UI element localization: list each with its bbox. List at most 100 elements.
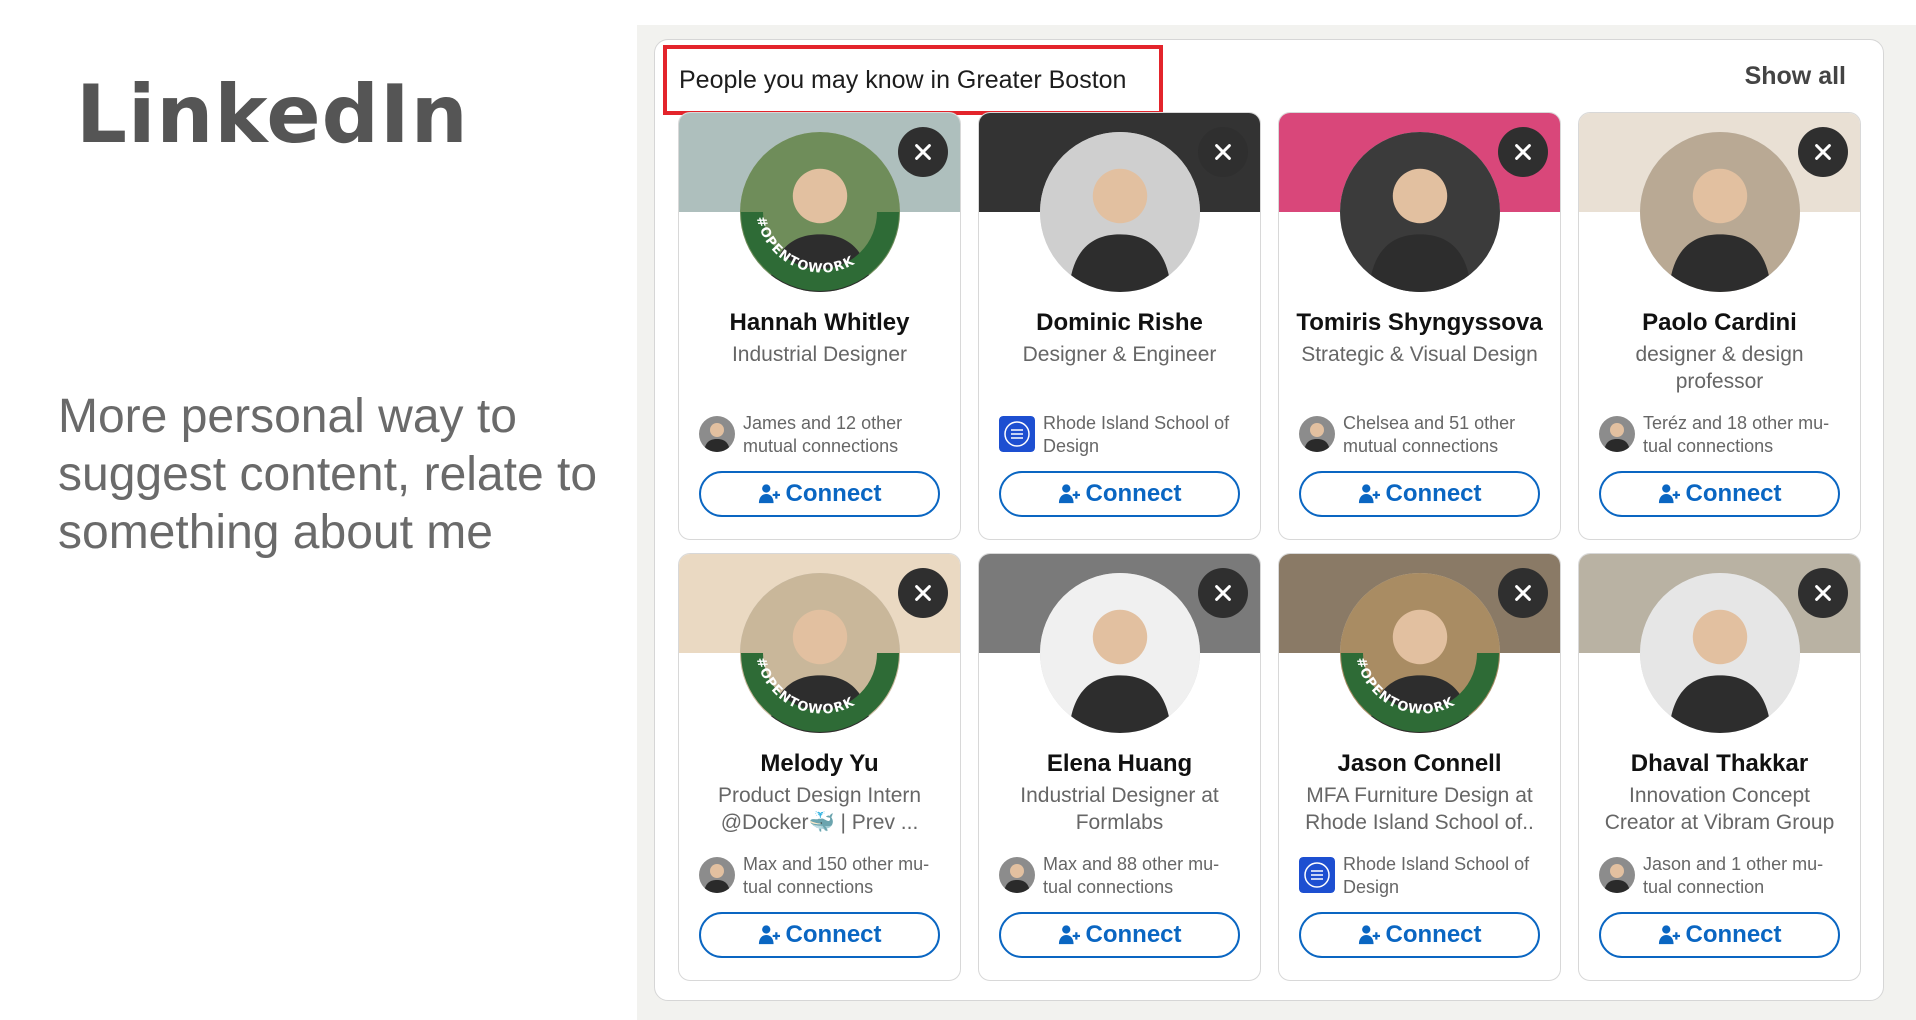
dismiss-button[interactable] [1498, 568, 1548, 618]
add-person-icon [1358, 925, 1380, 945]
dismiss-button[interactable] [1798, 127, 1848, 177]
people-grid: #OPENTOWORK Hannah Whitley Industrial De… [678, 112, 1861, 981]
school-logo-icon [1299, 857, 1335, 893]
dismiss-button[interactable] [898, 568, 948, 618]
person-name[interactable]: Jason Connell [1287, 750, 1552, 778]
dismiss-button[interactable] [1198, 568, 1248, 618]
person-card: Elena Huang Industrial Designer at Forml… [978, 553, 1261, 981]
mutual-connections: Rhode Island School of Design [1299, 853, 1546, 899]
mutual-connections-text: Max and 88 other mu-tual connections [1043, 854, 1220, 897]
avatar[interactable] [1640, 132, 1800, 292]
connect-label: Connect [1085, 921, 1182, 948]
add-person-icon [758, 484, 780, 504]
dismiss-button[interactable] [898, 127, 948, 177]
connect-button[interactable]: Connect [1299, 471, 1540, 517]
mutual-connections: James and 12 other mutual connections [699, 412, 946, 458]
person-card: Dominic Rishe Designer & Engineer Rhode … [978, 112, 1261, 540]
mutual-connection-avatar-icon [1599, 857, 1635, 893]
person-card: Tomiris Shyngyssova Strategic & Visual D… [1278, 112, 1561, 540]
avatar-icon [1340, 573, 1500, 733]
connect-label: Connect [1385, 921, 1482, 948]
add-person-icon [1658, 925, 1680, 945]
avatar[interactable] [740, 132, 900, 292]
close-icon [1215, 144, 1231, 160]
avatar-icon [1340, 132, 1500, 292]
connect-label: Connect [1685, 921, 1782, 948]
show-all-link[interactable]: Show all [1745, 62, 1846, 91]
mutual-connections: Jason and 1 other mu-tual connection [1599, 853, 1846, 899]
connect-label: Connect [1685, 480, 1782, 507]
avatar[interactable] [1340, 132, 1500, 292]
mutual-connections: Chelsea and 51 other mutual connections [1299, 412, 1546, 458]
mutual-connection-avatar-icon [1599, 416, 1635, 452]
dismiss-button[interactable] [1798, 568, 1848, 618]
person-headline: Strategic & Visual Design [1301, 343, 1538, 366]
avatar[interactable] [1340, 573, 1500, 733]
mutual-connections-text: Max and 150 other mu-tual connections [743, 854, 930, 897]
panel-heading-highlight: People you may know in Greater Boston [663, 45, 1163, 115]
connect-button[interactable]: Connect [1599, 471, 1840, 517]
person-card: Dhaval Thakkar Innovation Concept Creato… [1578, 553, 1861, 981]
connect-label: Connect [785, 921, 882, 948]
dismiss-button[interactable] [1498, 127, 1548, 177]
add-person-icon [758, 925, 780, 945]
connect-button[interactable]: Connect [999, 912, 1240, 958]
mutual-connection-avatar-icon [699, 857, 735, 893]
mutual-connections: Max and 150 other mu-tual connections [699, 853, 946, 899]
connect-button[interactable]: Connect [1299, 912, 1540, 958]
person-name[interactable]: Melody Yu [687, 750, 952, 778]
person-name[interactable]: Elena Huang [987, 750, 1252, 778]
connect-button[interactable]: Connect [999, 471, 1240, 517]
avatar-icon [740, 132, 900, 292]
connect-button[interactable]: Connect [699, 471, 940, 517]
person-name[interactable]: Dominic Rishe [987, 309, 1252, 337]
close-icon [1815, 585, 1831, 601]
person-headline: Innovation Concept Creator at Vibram Gro… [1604, 784, 1835, 834]
person-name[interactable]: Hannah Whitley [687, 309, 952, 337]
person-headline: designer & design professor [1635, 343, 1804, 393]
close-icon [1515, 585, 1531, 601]
connect-label: Connect [1385, 480, 1482, 507]
panel-heading: People you may know in Greater Boston [679, 65, 1127, 94]
mutual-connection-avatar-icon [1299, 416, 1335, 452]
person-name[interactable]: Tomiris Shyngyssova [1287, 309, 1552, 337]
person-card: #OPENTOWORK Jason Connell MFA Furniture … [1278, 553, 1561, 981]
close-icon [915, 585, 931, 601]
mutual-connections: Max and 88 other mu-tual connections [999, 853, 1246, 899]
add-person-icon [1058, 484, 1080, 504]
connect-label: Connect [785, 480, 882, 507]
mutual-connections-text: Rhode Island School of Design [1043, 413, 1230, 456]
close-icon [1515, 144, 1531, 160]
mutual-connections: Teréz and 18 other mu-tual connections [1599, 412, 1846, 458]
avatar[interactable] [1640, 573, 1800, 733]
connect-button[interactable]: Connect [699, 912, 940, 958]
avatar-icon [1640, 573, 1800, 733]
dismiss-button[interactable] [1198, 127, 1248, 177]
mutual-connections: Rhode Island School of Design [999, 412, 1246, 458]
school-logo-icon [999, 416, 1035, 452]
avatar[interactable] [740, 573, 900, 733]
slide-title: LinkedIn [76, 68, 469, 161]
avatar-icon [1040, 573, 1200, 733]
mutual-connections-text: Chelsea and 51 other mutual connections [1343, 413, 1516, 456]
mutual-connection-avatar-icon [999, 857, 1035, 893]
person-card: #OPENTOWORK Melody Yu Product Design Int… [678, 553, 961, 981]
person-name[interactable]: Dhaval Thakkar [1587, 750, 1852, 778]
mutual-connections-text: James and 12 other mutual connections [743, 413, 903, 456]
avatar-icon [740, 573, 900, 733]
connect-button[interactable]: Connect [1599, 912, 1840, 958]
add-person-icon [1358, 484, 1380, 504]
close-icon [915, 144, 931, 160]
slide-body-text: More personal way to suggest content, re… [58, 390, 598, 559]
avatar[interactable] [1040, 132, 1200, 292]
person-name[interactable]: Paolo Cardini [1587, 309, 1852, 337]
person-headline: Industrial Designer at Formlabs [1020, 784, 1219, 834]
add-person-icon [1658, 484, 1680, 504]
avatar-icon [1640, 132, 1800, 292]
person-headline: Designer & Engineer [1022, 343, 1217, 366]
avatar[interactable] [1040, 573, 1200, 733]
person-card: Paolo Cardini designer & design professo… [1578, 112, 1861, 540]
close-icon [1815, 144, 1831, 160]
mutual-connections-text: Teréz and 18 other mu-tual connections [1643, 413, 1830, 456]
connect-label: Connect [1085, 480, 1182, 507]
